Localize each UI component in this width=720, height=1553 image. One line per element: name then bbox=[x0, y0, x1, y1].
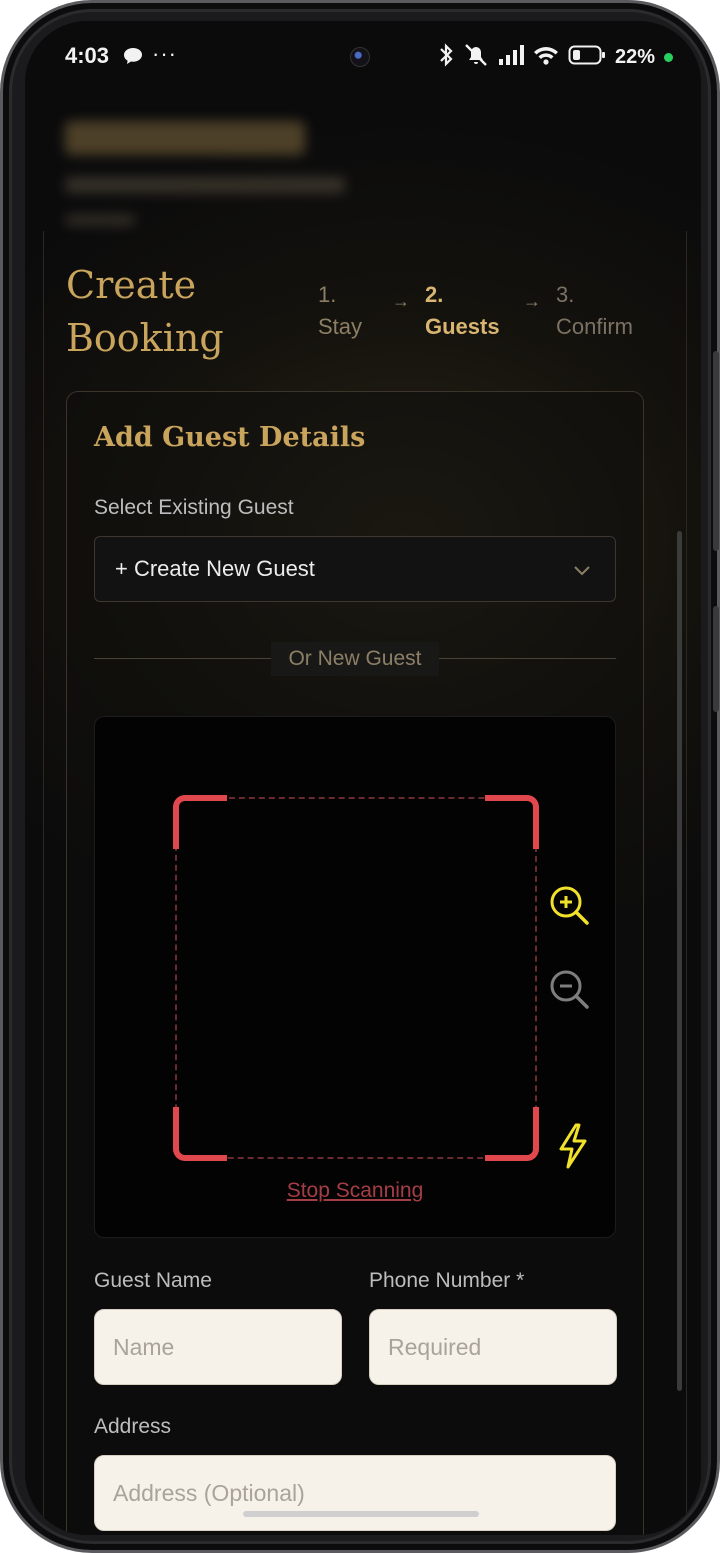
status-bar: 4:03 ··· 22% bbox=[25, 21, 701, 91]
create-booking-modal: Create Booking 1. Stay → 2. Guests → 3. … bbox=[43, 231, 687, 1535]
guest-name-input[interactable] bbox=[94, 1309, 342, 1385]
screen: 4:03 ··· 22% Create Booking 1. Stay → 2.… bbox=[25, 21, 701, 1535]
gesture-bar[interactable] bbox=[243, 1511, 479, 1517]
divider-label: Or New Guest bbox=[271, 642, 439, 676]
front-camera bbox=[350, 47, 370, 67]
scan-corner bbox=[485, 1107, 539, 1161]
step-confirm[interactable]: 3. Confirm bbox=[556, 279, 633, 343]
stop-scanning-link[interactable]: Stop Scanning bbox=[95, 1179, 615, 1203]
qr-scanner: Stop Scanning bbox=[94, 716, 616, 1238]
guest-name-label: Guest Name bbox=[94, 1269, 212, 1292]
existing-guest-select[interactable]: + Create New Guest bbox=[94, 536, 616, 602]
bell-muted-icon bbox=[463, 43, 489, 72]
zoom-out-icon[interactable] bbox=[549, 969, 591, 1016]
address-label: Address bbox=[94, 1415, 172, 1438]
flash-icon[interactable] bbox=[557, 1123, 589, 1174]
chevron-down-icon bbox=[573, 563, 591, 581]
status-icons: 22% bbox=[438, 42, 673, 72]
signal-icon bbox=[498, 44, 524, 71]
power-button bbox=[713, 606, 719, 712]
phone-number-label: Phone Number * bbox=[369, 1269, 525, 1292]
scan-corner bbox=[173, 1107, 227, 1161]
step-arrow: → bbox=[523, 291, 541, 311]
bluetooth-icon bbox=[438, 42, 454, 72]
scan-corner bbox=[485, 795, 539, 849]
background-page-header bbox=[65, 121, 345, 225]
select-value: + Create New Guest bbox=[115, 556, 315, 581]
select-guest-label: Select Existing Guest bbox=[94, 496, 294, 519]
modal-title: Create Booking bbox=[66, 263, 224, 360]
phone-frame: 4:03 ··· 22% Create Booking 1. Stay → 2.… bbox=[0, 0, 720, 1553]
scan-region bbox=[173, 795, 539, 1161]
zoom-in-icon[interactable] bbox=[549, 885, 591, 932]
card-title: Add Guest Details bbox=[94, 422, 366, 453]
phone-number-input[interactable] bbox=[369, 1309, 617, 1385]
address-input[interactable] bbox=[94, 1455, 616, 1531]
battery-percent: 22% bbox=[614, 45, 655, 68]
step-arrow: → bbox=[392, 291, 410, 311]
volume-button bbox=[713, 351, 719, 551]
chat-bubble-icon bbox=[123, 47, 143, 70]
step-stay[interactable]: 1. Stay bbox=[318, 279, 362, 343]
scrollbar[interactable] bbox=[677, 531, 682, 1391]
step-guests[interactable]: 2. Guests bbox=[425, 279, 500, 343]
status-time: 4:03 bbox=[65, 43, 110, 68]
privacy-indicator bbox=[664, 52, 673, 62]
wifi-icon bbox=[533, 45, 559, 70]
more-notifications: ··· bbox=[152, 41, 177, 66]
battery-icon bbox=[568, 44, 606, 71]
guest-details-card: Add Guest Details Select Existing Guest … bbox=[66, 391, 644, 1535]
scan-corner bbox=[173, 795, 227, 849]
